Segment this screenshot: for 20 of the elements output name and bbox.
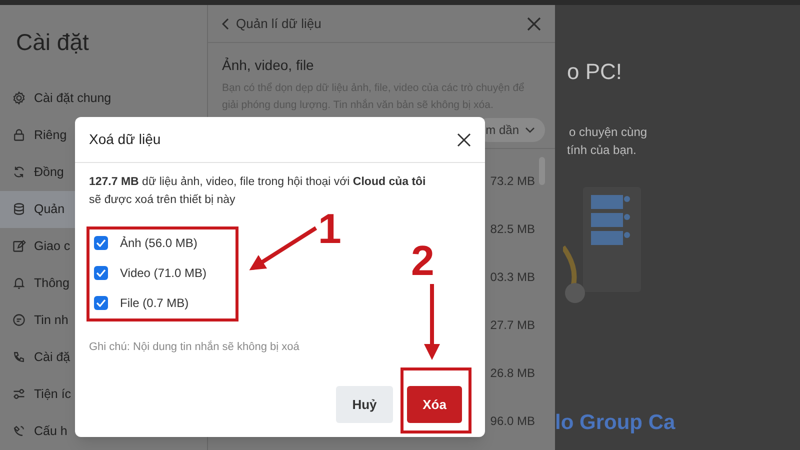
section-title: Ảnh, video, file [221, 56, 315, 75]
file-size: 27.7 MB [490, 317, 535, 334]
option-label: Ảnh (56.0 MB) [120, 235, 198, 252]
file-size: 73.2 MB [490, 173, 535, 190]
settings-title: Cài đặt [15, 28, 90, 57]
feature-title: lo Group Ca [555, 410, 676, 436]
welcome-text: o chuyện cùng [568, 124, 648, 141]
file-size: 96.0 MB [490, 413, 535, 430]
step-number: 1 [318, 208, 342, 250]
file-size: 03.3 MB [490, 269, 535, 286]
note-text: Ghi chú: Nội dung tin nhắn sẽ không bị xoá [89, 340, 300, 355]
option-label: File (0.7 MB) [120, 295, 189, 312]
dialog-title: Xoá dữ liệu [89, 130, 161, 149]
welcome-heading: o PC! [566, 58, 624, 86]
welcome-text: tính của bạn. [567, 142, 638, 159]
option-label: Video (71.0 MB) [120, 265, 206, 282]
dialog-message: 127.7 MB dữ liệu ảnh, video, file trong hội thoại với Cloud của tôi sẽ được xoá trên thiết bị này [88, 175, 427, 208]
file-size: 26.8 MB [490, 365, 535, 382]
step-number: 2 [411, 240, 434, 282]
file-size: 82.5 MB [490, 221, 535, 238]
